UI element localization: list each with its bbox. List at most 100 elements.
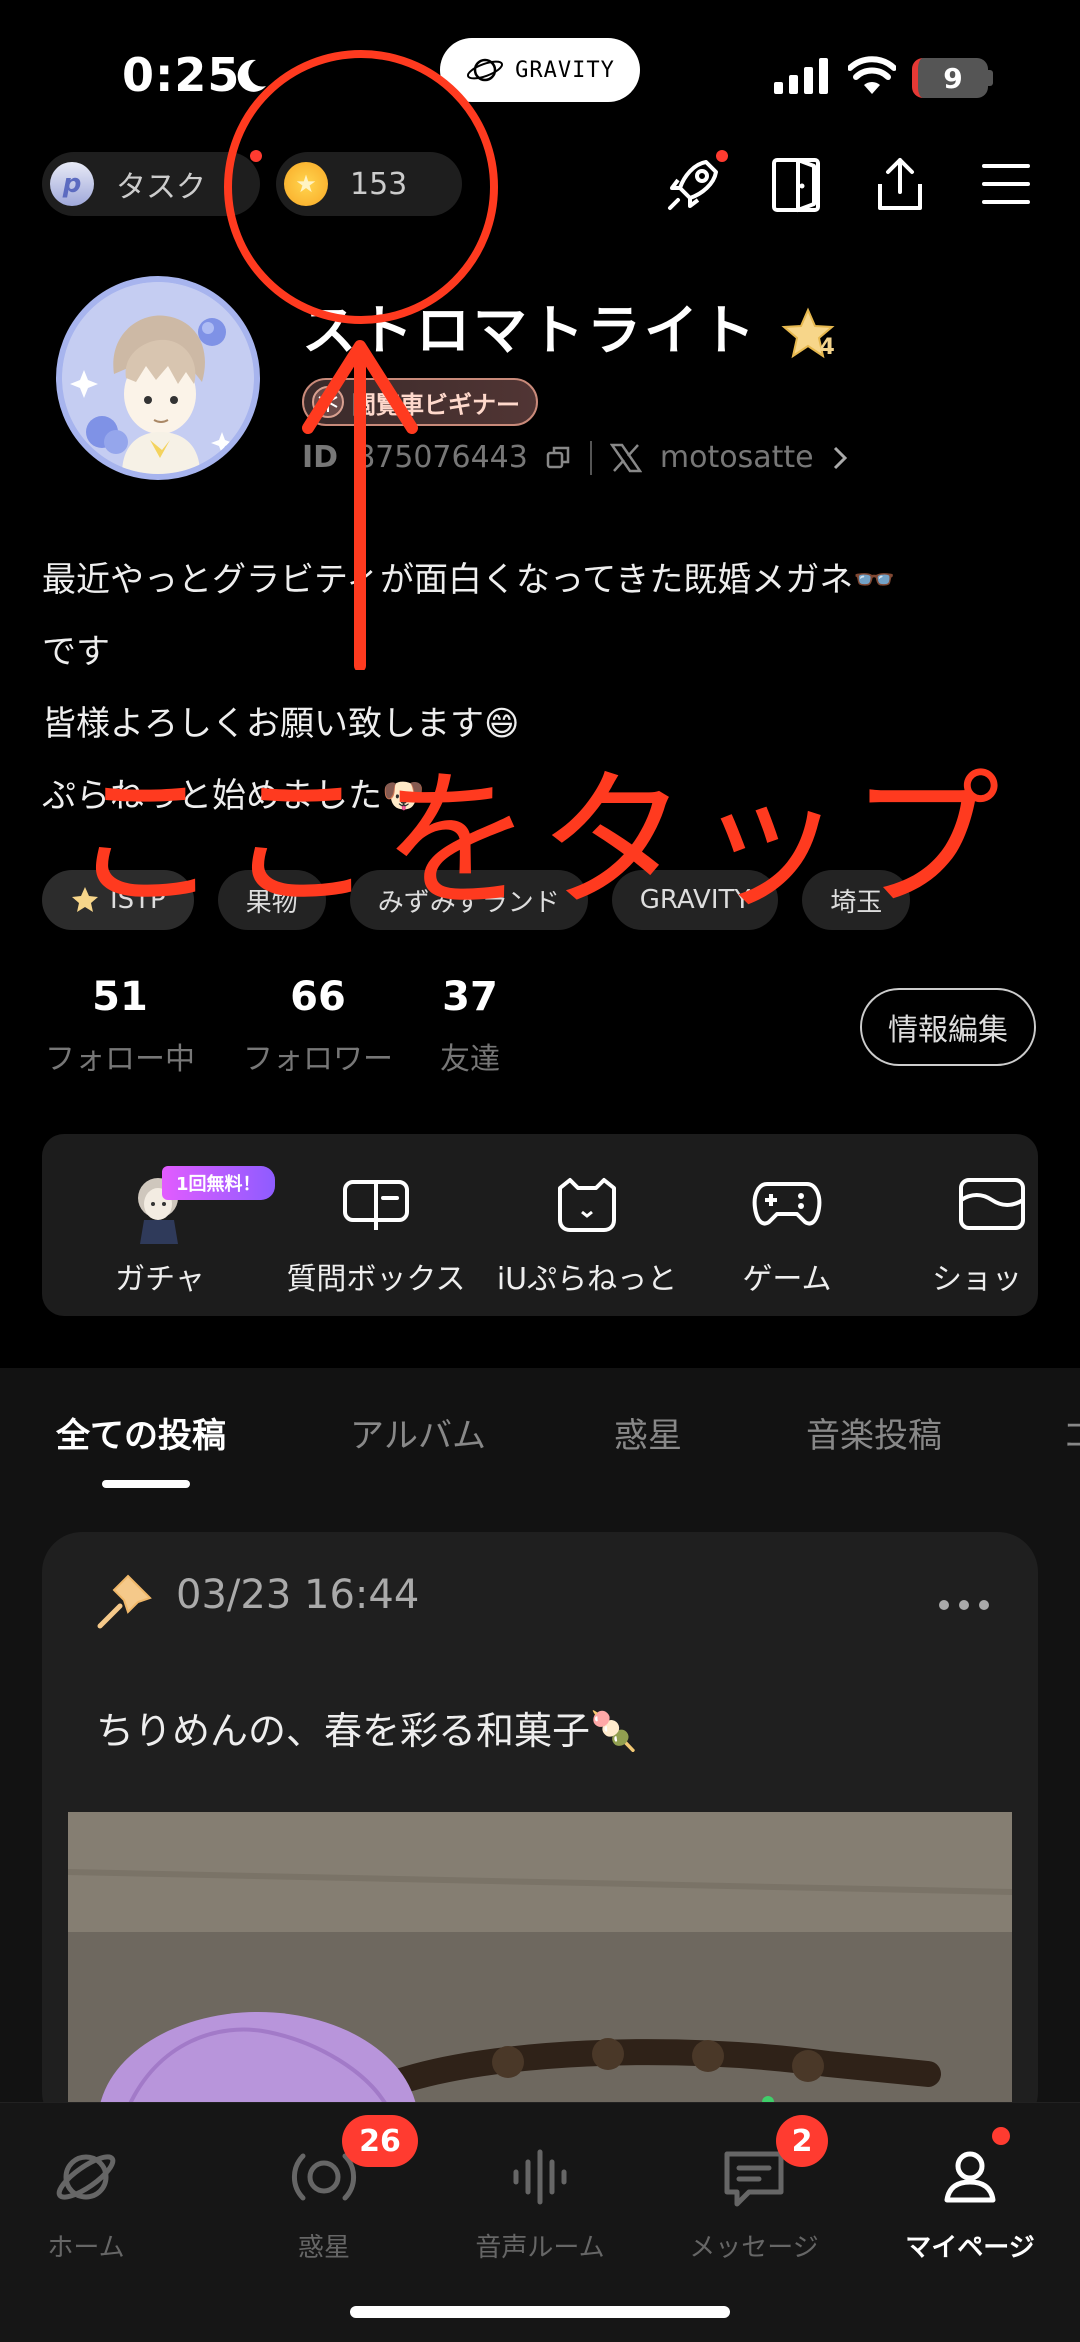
post-image[interactable] xyxy=(68,1812,1012,2108)
feature-shop[interactable]: ショッ xyxy=(932,1134,1038,1298)
avatar-illustration xyxy=(62,282,254,474)
stat-number: 66 xyxy=(290,974,346,1020)
coin-chip[interactable]: ★ 153 xyxy=(276,152,462,216)
more-options-icon[interactable] xyxy=(938,1598,990,1612)
id-divider xyxy=(589,440,592,475)
stat-followers[interactable]: 66 フォロワー xyxy=(240,974,396,1078)
nav-label: 音声ルーム xyxy=(475,2233,605,2263)
star-level-badge[interactable]: 4 xyxy=(780,306,836,362)
tag-label: ISTP xyxy=(110,885,166,915)
tab-album[interactable]: アルバム xyxy=(350,1408,486,1457)
profile-name-text: ストロマトライト xyxy=(302,299,758,362)
tab-music-posts[interactable]: 音楽投稿 xyxy=(806,1408,942,1457)
rank-badge-label: 閲覧車ビギナー xyxy=(352,390,520,419)
my-page-notification-dot xyxy=(992,2127,1010,2145)
stat-following[interactable]: 51 フォロー中 xyxy=(42,974,198,1078)
feature-label: ショッ xyxy=(932,1262,1022,1297)
task-notification-dot xyxy=(250,150,262,162)
tag-item[interactable]: ISTP xyxy=(42,870,194,930)
snowflake-icon xyxy=(312,386,344,418)
share-button[interactable] xyxy=(868,152,932,216)
tab-planet[interactable]: 惑星 xyxy=(614,1408,682,1457)
x-link[interactable]: motosatte xyxy=(609,440,848,475)
nav-voice-room[interactable]: 音声ルーム xyxy=(450,2137,630,2264)
post-text: ちりめんの、春を彩る和菓子🍡 xyxy=(96,1709,638,1753)
tag-item[interactable]: 果物 xyxy=(217,870,326,930)
chevron-right-icon xyxy=(833,446,847,469)
task-label: タスク xyxy=(116,170,206,205)
id-row: ID 875076443 motosatte xyxy=(302,440,848,475)
user-profile-icon xyxy=(930,2137,1010,2217)
nav-label: マイページ xyxy=(905,2233,1035,2263)
cat-face-icon xyxy=(547,1164,627,1244)
tag-label: 埼玉 xyxy=(830,887,883,918)
door-button[interactable] xyxy=(764,152,828,216)
battery-tip xyxy=(988,70,993,86)
tag-item[interactable]: みずみずランド xyxy=(349,870,588,930)
nav-my-page[interactable]: マイページ xyxy=(880,2137,1060,2264)
door-icon xyxy=(772,158,820,212)
copy-icon[interactable] xyxy=(546,445,572,471)
shop-icon xyxy=(952,1164,1032,1244)
free-badge: 1回無料！ xyxy=(162,1166,275,1200)
planet-count-badge: 26 xyxy=(342,2115,418,2167)
nav-label: ホーム xyxy=(47,2233,125,2263)
stat-friends[interactable]: 37 友達 xyxy=(430,974,510,1078)
planet-icon xyxy=(467,58,504,82)
sound-wave-icon xyxy=(500,2137,580,2217)
gamepad-icon xyxy=(747,1164,827,1244)
hamburger-menu-icon xyxy=(982,164,1030,204)
active-tab-indicator xyxy=(102,1480,190,1488)
planet-icon xyxy=(46,2137,126,2217)
interest-tags: ISTP 果物 みずみずランド GRAVITY 埼玉 xyxy=(42,870,911,930)
stat-label: 友達 xyxy=(440,1042,500,1077)
post-tabs: 全ての投稿 アルバム 惑星 音楽投稿 コ xyxy=(0,1368,1080,1490)
task-icon: p xyxy=(50,162,94,206)
feature-label: ゲーム xyxy=(742,1262,832,1297)
tag-label: 果物 xyxy=(245,887,298,918)
tag-item[interactable]: 埼玉 xyxy=(802,870,911,930)
stat-number: 37 xyxy=(442,974,498,1020)
rank-badge[interactable]: 閲覧車ビギナー xyxy=(302,378,538,426)
post-photo xyxy=(68,1812,1012,2108)
feature-gacha[interactable]: ガチャ xyxy=(90,1134,230,1298)
rocket-notification-dot xyxy=(716,150,728,162)
status-time: 0:25 xyxy=(122,48,241,102)
feature-label: iUぷらねっと xyxy=(496,1262,678,1297)
profile-name: ストロマトライト 4 xyxy=(302,286,836,365)
app-pill[interactable]: GRAVITY xyxy=(440,38,640,102)
feature-question-box[interactable]: 質問ボックス xyxy=(278,1134,474,1298)
coin-count: 153 xyxy=(350,166,408,202)
app-pill-label: GRAVITY xyxy=(515,57,615,83)
tab-more[interactable]: コ xyxy=(1062,1408,1080,1457)
wifi-icon xyxy=(848,56,896,94)
stat-label: フォロワー xyxy=(243,1042,393,1077)
tag-label: GRAVITY xyxy=(639,885,751,915)
x-handle: motosatte xyxy=(659,440,814,475)
user-id: 875076443 xyxy=(356,440,528,475)
id-prefix: ID xyxy=(302,440,339,475)
tag-item[interactable]: GRAVITY xyxy=(611,870,779,930)
menu-button[interactable] xyxy=(974,152,1038,216)
pin-icon xyxy=(97,1574,152,1629)
bio-line: ぷらねっと始めました🐶 xyxy=(42,776,425,816)
edit-profile-button[interactable]: 情報編集 xyxy=(860,988,1036,1066)
star-level: 4 xyxy=(819,335,838,361)
share-icon xyxy=(878,158,922,210)
rocket-button[interactable] xyxy=(662,152,726,216)
feature-iu-planet[interactable]: iUぷらねっと xyxy=(492,1134,682,1298)
avatar[interactable] xyxy=(56,276,260,480)
nav-home[interactable]: ホーム xyxy=(0,2137,176,2264)
nav-label: メッセージ xyxy=(689,2233,819,2263)
task-chip[interactable]: p タスク xyxy=(42,152,260,216)
tab-all-posts[interactable]: 全ての投稿 xyxy=(56,1408,226,1457)
feature-label: ガチャ xyxy=(115,1262,205,1297)
post-date: 03/23 16:44 xyxy=(176,1572,420,1618)
signal-icon xyxy=(774,58,828,94)
moon-icon xyxy=(237,59,266,92)
feature-game[interactable]: ゲーム xyxy=(722,1134,852,1298)
rocket-icon xyxy=(668,160,718,210)
profile-bio: 最近やっとグラビティが面白くなってきた既婚メガネ👓 です 皆様よろしくお願い致し… xyxy=(42,544,1042,832)
bio-line: 皆様よろしくお願い致します😄 xyxy=(42,704,520,744)
coin-icon: ★ xyxy=(284,162,328,206)
